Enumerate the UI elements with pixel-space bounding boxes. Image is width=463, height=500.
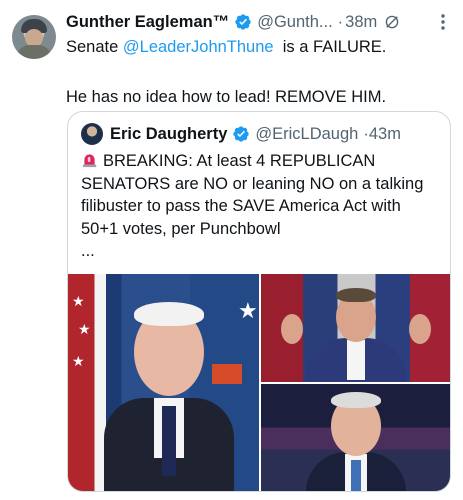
photo-senator-speaking[interactable] bbox=[261, 274, 450, 382]
quoted-tweet[interactable]: Eric Daugherty @EricLDaugh · 43m BREAKIN… bbox=[67, 111, 451, 492]
author-handle[interactable]: @Gunth... bbox=[257, 13, 332, 32]
more-options-icon[interactable] bbox=[433, 12, 453, 32]
quote-header: Eric Daugherty @EricLDaugh · 43m bbox=[81, 122, 401, 146]
verified-badge-icon bbox=[235, 14, 251, 30]
post-time[interactable]: 38m bbox=[345, 13, 377, 32]
author-avatar[interactable] bbox=[12, 15, 56, 59]
quote-line-3: filibuster to pass the SAVE America Act … bbox=[81, 197, 401, 215]
rotating-light-icon bbox=[82, 154, 97, 168]
separator-dot: · bbox=[337, 12, 344, 31]
quote-line-2: SENATORS are NO or leaning NO on a talki… bbox=[81, 174, 424, 193]
quote-time[interactable]: 43m bbox=[369, 125, 401, 144]
photo-senator-podium[interactable] bbox=[261, 384, 450, 491]
mention-link[interactable]: @LeaderJohnThune bbox=[123, 38, 274, 56]
quote-author-avatar[interactable] bbox=[81, 123, 103, 145]
post-line-2: He has no idea how to lead! REMOVE HIM. bbox=[66, 88, 387, 106]
quote-line-1: BREAKING: At least 4 REPUBLICAN bbox=[81, 150, 446, 173]
tweet[interactable]: Gunther Eagleman™ @Gunth... · 38m Senate… bbox=[0, 0, 463, 500]
edited-icon bbox=[385, 15, 399, 29]
quote-author-handle[interactable]: @EricLDaugh bbox=[255, 125, 358, 144]
post-line-1: Senate @LeaderJohnThune is a FAILURE. bbox=[66, 38, 387, 56]
quote-media-grid: ★ ★ ★ ★ bbox=[68, 274, 450, 491]
post-text: Senate @LeaderJohnThune is a FAILURE. He… bbox=[66, 35, 446, 109]
quote-line-4: 50+1 votes, per Punchbowl bbox=[81, 219, 281, 238]
tweet-header: Gunther Eagleman™ @Gunth... · 38m bbox=[66, 10, 401, 34]
quote-truncation: ... bbox=[81, 242, 95, 260]
author-name[interactable]: Gunther Eagleman™ bbox=[66, 13, 229, 32]
quote-text: BREAKING: At least 4 REPUBLICAN SENATORS… bbox=[81, 150, 446, 263]
quote-author-name[interactable]: Eric Daugherty bbox=[110, 125, 227, 144]
photo-senator-portrait[interactable]: ★ ★ ★ ★ bbox=[68, 274, 259, 491]
verified-badge-icon bbox=[233, 126, 250, 142]
